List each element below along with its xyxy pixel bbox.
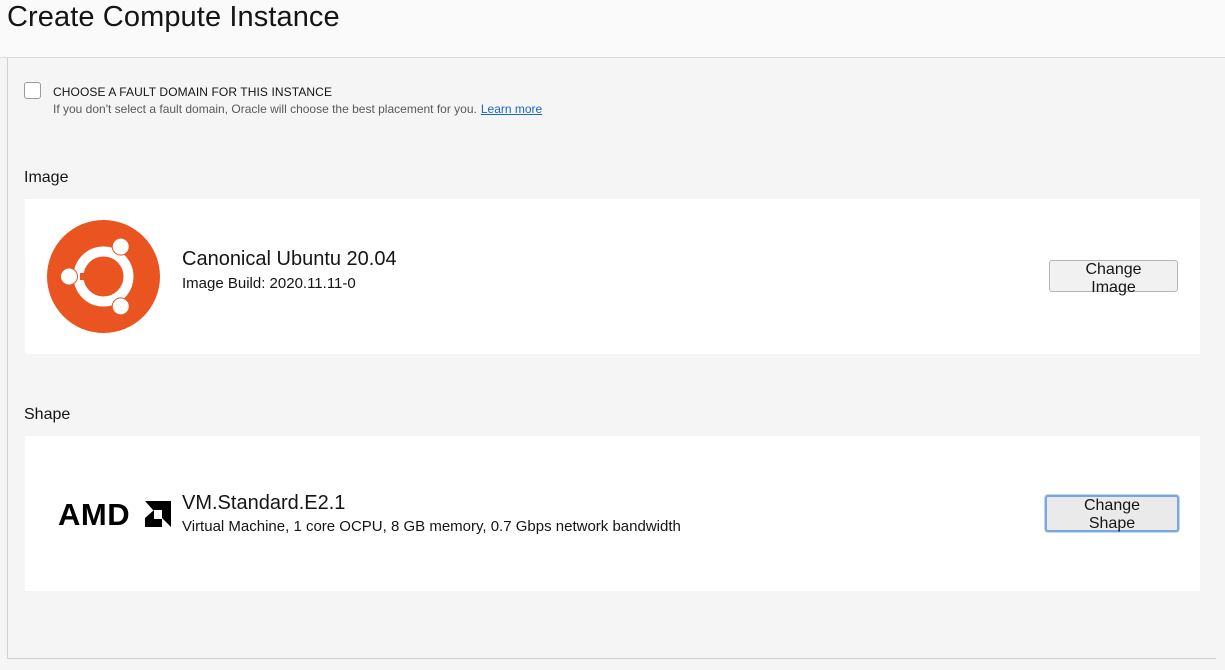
change-shape-button[interactable]: Change Shape: [1045, 495, 1179, 532]
change-image-button[interactable]: Change Image: [1049, 260, 1178, 296]
fault-domain-label: CHOOSE A FAULT DOMAIN FOR THIS INSTANCE: [53, 85, 333, 99]
amd-logo-icon: AMD: [58, 500, 171, 528]
fault-domain-checkbox[interactable]: [24, 82, 41, 99]
shape-section-label: Shape: [24, 406, 71, 423]
image-section-label: Image: [24, 169, 69, 186]
scrollbar[interactable]: [1216, 58, 1225, 670]
page-title: Create Compute Instance: [7, 1, 340, 33]
shape-name: VM.Standard.E2.1: [182, 492, 346, 514]
image-card: Canonical Ubuntu 20.04 Image Build: 2020…: [25, 199, 1200, 354]
learn-more-link[interactable]: Learn more: [481, 102, 542, 116]
shape-description: Virtual Machine, 1 core OCPU, 8 GB memor…: [182, 518, 681, 535]
fault-domain-help: If you don't select a fault domain, Orac…: [53, 102, 542, 116]
ubuntu-logo-icon: [47, 220, 160, 333]
image-build: Image Build: 2020.11.11-0: [182, 275, 356, 292]
image-name: Canonical Ubuntu 20.04: [182, 248, 397, 270]
page-header: Create Compute Instance: [0, 0, 1225, 58]
amd-logo-text: AMD: [58, 500, 130, 528]
fault-domain-help-text: If you don't select a fault domain, Orac…: [53, 102, 477, 116]
shape-card: AMD VM.Standard.E2.1 Virtual Machine, 1 …: [25, 436, 1200, 591]
